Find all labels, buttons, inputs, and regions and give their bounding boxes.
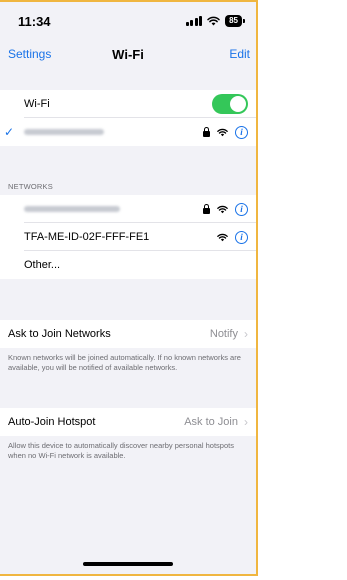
wifi-signal-icon (217, 233, 228, 242)
back-settings-button[interactable]: Settings (8, 47, 51, 61)
chevron-right-icon: › (244, 415, 248, 429)
auto-join-hotspot-group: Auto-Join Hotspot Ask to Join › (0, 408, 256, 436)
lock-icon (203, 203, 210, 214)
connected-network-name (20, 126, 203, 138)
redacted-network-name (24, 206, 120, 212)
status-bar: 11:34 85 (0, 2, 256, 40)
network-row-tfa[interactable]: TFA-ME-ID-02F-FFF-FE1 i (0, 223, 256, 251)
connected-network-row[interactable]: ✓ i (0, 118, 256, 146)
network-name: TFA-ME-ID-02F-FFF-FE1 (24, 231, 150, 243)
auto-join-hotspot-footnote: Allow this device to automatically disco… (8, 441, 234, 460)
ask-to-join-row[interactable]: Ask to Join Networks Notify › (0, 320, 256, 348)
auto-join-hotspot-value: Ask to Join (184, 416, 238, 428)
info-icon[interactable]: i (235, 125, 248, 139)
auto-join-hotspot-label: Auto-Join Hotspot (8, 416, 96, 428)
edit-button[interactable]: Edit (229, 47, 250, 61)
info-icon[interactable]: i (235, 202, 248, 216)
networks-group: i TFA-ME-ID-02F-FFF-FE1 i Other... (0, 195, 256, 279)
network-status-icons: i (217, 230, 248, 244)
lock-icon (203, 126, 210, 137)
wifi-signal-icon (217, 205, 228, 214)
ask-to-join-footnote: Known networks will be joined automatica… (8, 353, 241, 372)
ask-to-join-group: Ask to Join Networks Notify › (0, 320, 256, 348)
network-status-icons: i (203, 125, 248, 139)
wifi-group: Wi-Fi ✓ i (0, 90, 256, 146)
network-status-icons: i (203, 202, 248, 216)
home-indicator (83, 562, 173, 566)
navigation-bar: Settings Wi-Fi Edit (0, 42, 256, 66)
wifi-status-icon (207, 16, 220, 26)
redacted-network-name (24, 129, 104, 135)
networks-section-header: NETWORKS (8, 182, 53, 191)
other-network-label: Other... (24, 259, 61, 271)
status-time: 11:34 (18, 13, 51, 29)
ask-to-join-value: Notify (209, 328, 238, 340)
phone-screen: 11:34 85 Settings Wi-Fi Edit Wi-Fi ✓ i N… (0, 0, 258, 576)
checkmark-icon: ✓ (4, 125, 15, 139)
status-icons: 85 (185, 15, 245, 27)
wifi-toggle-row: Wi-Fi (0, 90, 256, 118)
other-network-row[interactable]: Other... (0, 251, 256, 279)
wifi-signal-icon (217, 128, 228, 137)
ask-to-join-label: Ask to Join Networks (8, 328, 111, 340)
network-row-redacted[interactable]: i (0, 195, 256, 223)
cellular-signal-icon (185, 16, 203, 26)
network-name-redacted (8, 203, 203, 215)
battery-icon: 85 (225, 15, 245, 27)
info-icon[interactable]: i (235, 230, 248, 244)
chevron-right-icon: › (244, 327, 248, 341)
page-title: Wi-Fi (112, 46, 144, 62)
auto-join-hotspot-row[interactable]: Auto-Join Hotspot Ask to Join › (0, 408, 256, 436)
wifi-toggle[interactable] (212, 94, 248, 114)
wifi-label: Wi-Fi (24, 98, 50, 110)
